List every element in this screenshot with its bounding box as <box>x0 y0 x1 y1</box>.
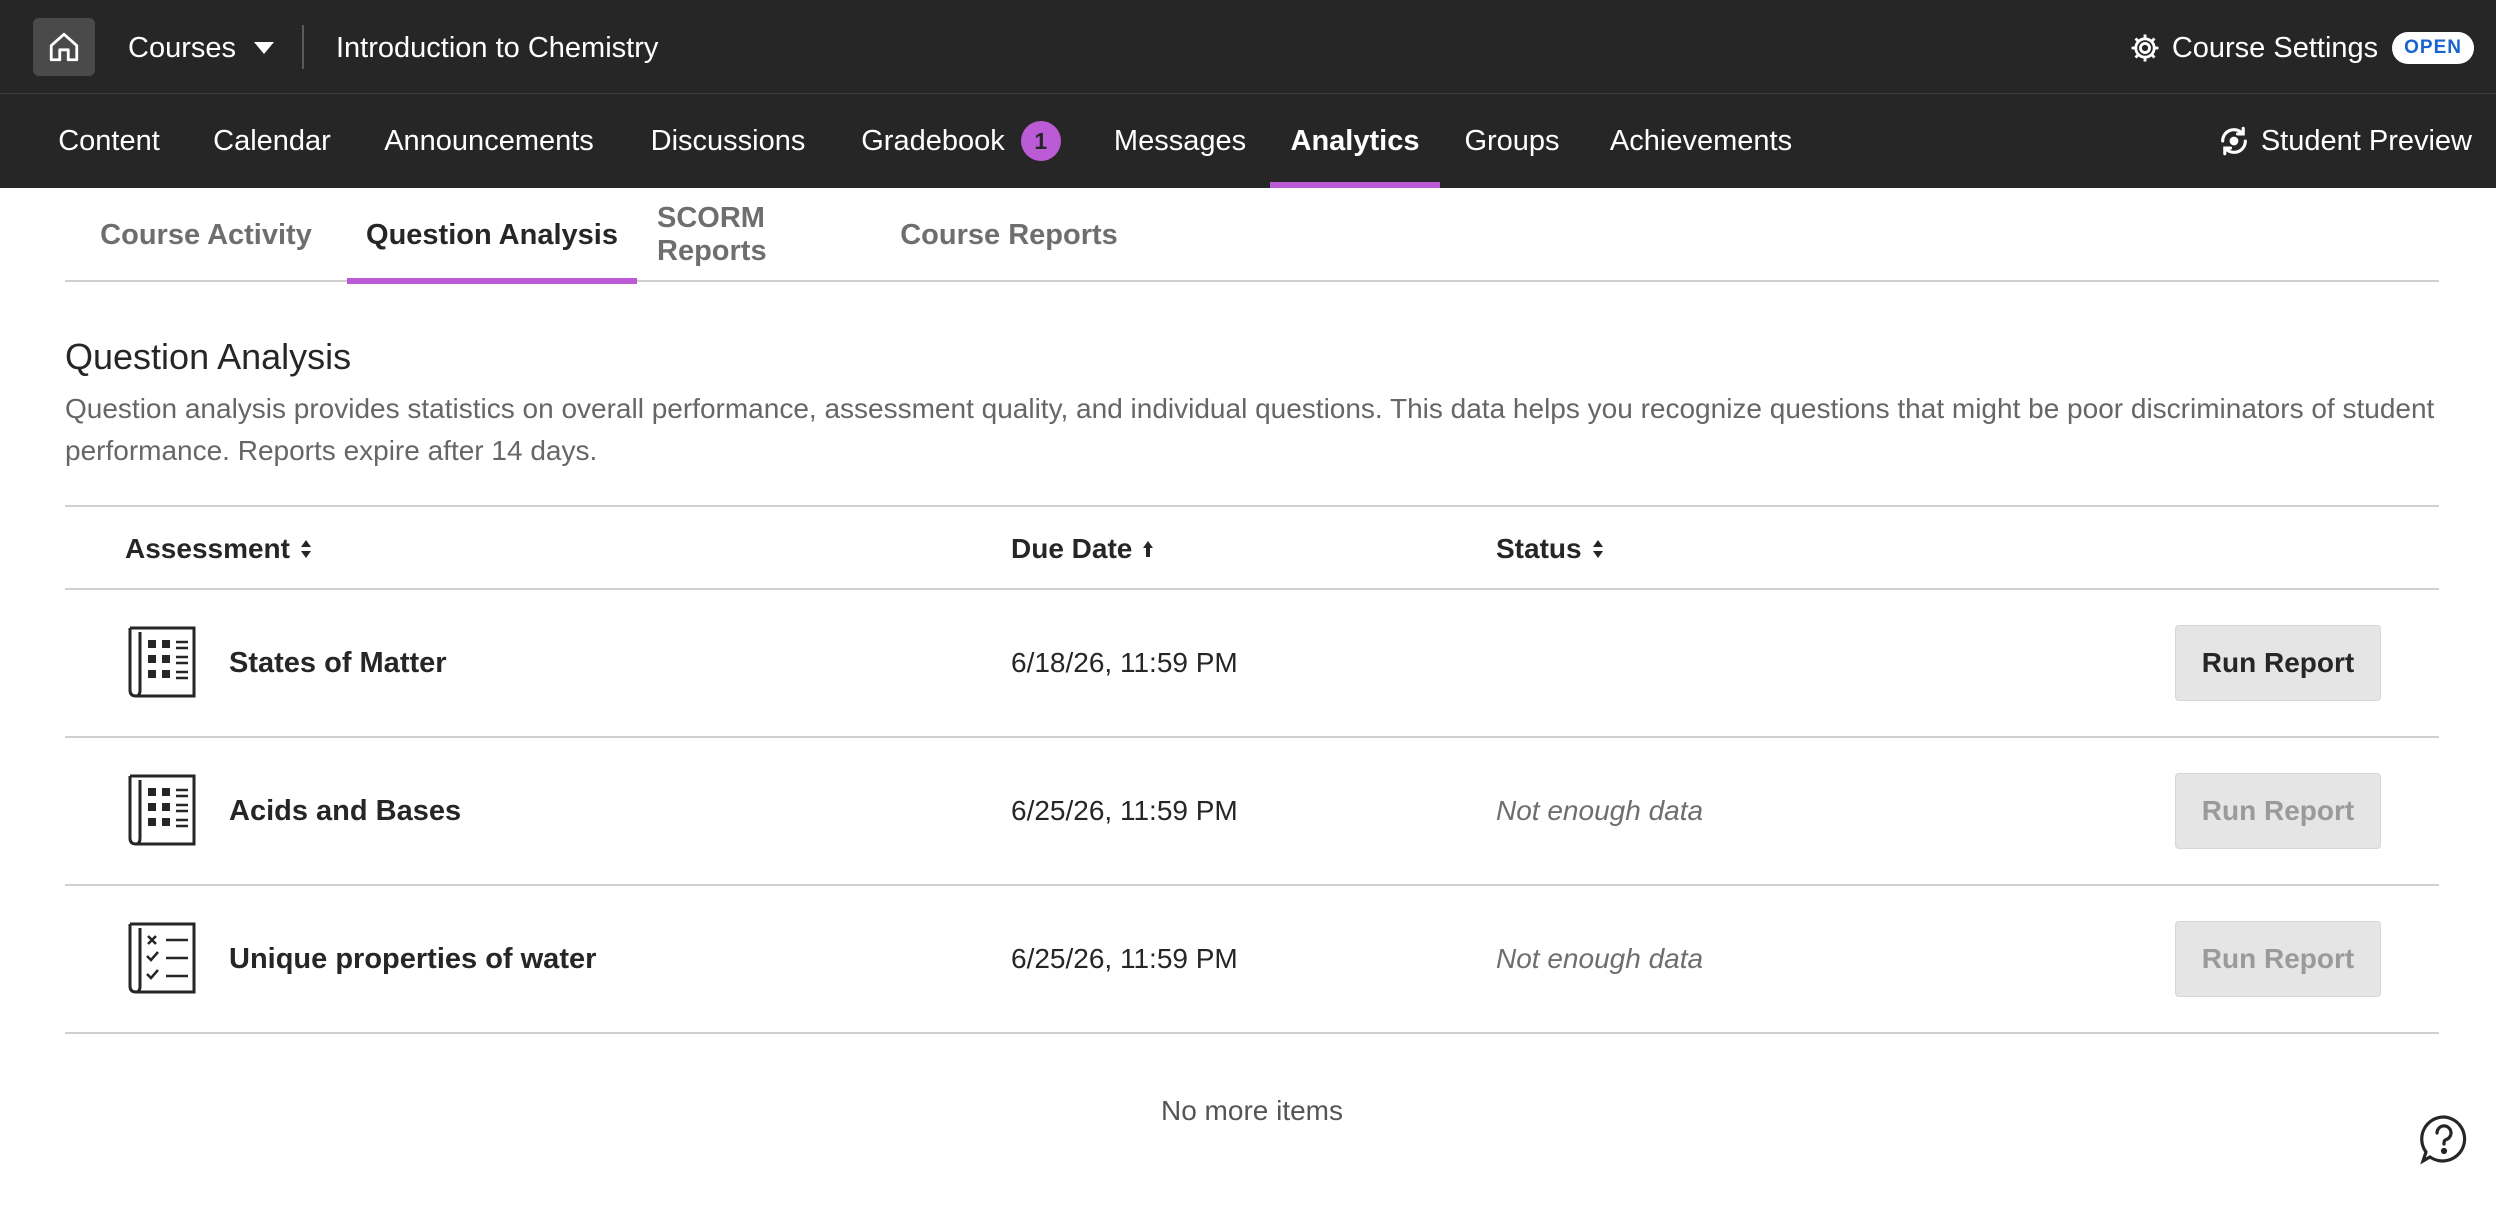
checklist-icon <box>123 916 203 1000</box>
column-due-date-label: Due Date <box>1011 532 1133 564</box>
notification-badge: 1 <box>1020 121 1061 161</box>
course-settings-label: Course Settings <box>2171 31 2379 64</box>
tab-scorm-reports[interactable]: SCORM Reports <box>657 188 871 282</box>
page-title: Question Analysis <box>65 336 352 377</box>
assessment-table: Assessment Due Date Status States of Mat… <box>65 505 2439 1034</box>
page-description: Question analysis provides statistics on… <box>65 393 2435 466</box>
nav-discussions[interactable]: Discussions <box>638 94 818 188</box>
table-row: Unique properties of water 6/25/26, 11:5… <box>65 886 2439 1034</box>
status-badge: OPEN <box>2392 32 2474 64</box>
nav-groups[interactable]: Groups <box>1450 94 1574 188</box>
courses-dropdown[interactable]: Courses <box>128 28 274 68</box>
divider <box>302 25 304 69</box>
arrow-up-icon <box>1140 537 1156 561</box>
assessment-name[interactable]: Acids and Bases <box>229 738 461 884</box>
nav-analytics[interactable]: Analytics <box>1270 94 1440 188</box>
gear-icon <box>2128 31 2162 65</box>
due-date: 6/25/26, 11:59 PM <box>1011 795 1238 826</box>
course-nav: Content Calendar Announcements Discussio… <box>0 94 2496 188</box>
table-header: Assessment Due Date Status <box>65 505 2439 590</box>
course-settings-button[interactable]: Course Settings OPEN <box>2128 27 2474 69</box>
due-date: 6/18/26, 11:59 PM <box>1011 647 1238 678</box>
sort-assessment-header[interactable]: Assessment <box>125 507 314 590</box>
run-report-button[interactable]: Run Report <box>2175 773 2381 849</box>
status-text: Not enough data <box>1496 795 1704 826</box>
tab-course-activity[interactable]: Course Activity <box>89 188 323 282</box>
analytics-tabs: Course Activity Question Analysis SCORM … <box>65 188 2439 284</box>
test-icon <box>123 768 203 852</box>
status-text: Not enough data <box>1496 943 1704 974</box>
student-preview-button[interactable]: Student Preview <box>2217 94 2472 188</box>
sort-due-date-header[interactable]: Due Date <box>1011 507 1156 590</box>
run-report-button[interactable]: Run Report <box>2175 921 2381 997</box>
table-row: States of Matter 6/18/26, 11:59 PM Run R… <box>65 590 2439 738</box>
assessment-name[interactable]: States of Matter <box>229 590 447 736</box>
nav-gradebook[interactable]: Gradebook 1 <box>846 94 1076 188</box>
assessment-name[interactable]: Unique properties of water <box>229 886 596 1032</box>
caret-down-icon <box>254 42 274 54</box>
home-button[interactable] <box>33 18 95 76</box>
test-icon <box>123 620 203 704</box>
list-end-message: No more items <box>1160 1095 1344 1126</box>
column-assessment-label: Assessment <box>125 532 290 564</box>
sort-icon <box>1590 537 1606 561</box>
home-icon <box>47 30 81 64</box>
due-date: 6/25/26, 11:59 PM <box>1011 943 1238 974</box>
sort-status-header[interactable]: Status <box>1496 507 1606 590</box>
sort-icon <box>298 537 314 561</box>
column-status-label: Status <box>1496 532 1582 564</box>
nav-content[interactable]: Content <box>33 94 185 188</box>
nav-messages[interactable]: Messages <box>1100 94 1260 188</box>
top-bar: Courses Introduction to Chemistry Course… <box>0 0 2496 94</box>
student-preview-label: Student Preview <box>2260 124 2472 157</box>
nav-achievements[interactable]: Achievements <box>1594 94 1808 188</box>
course-title: Introduction to Chemistry <box>336 32 659 64</box>
run-report-button[interactable]: Run Report <box>2175 625 2381 701</box>
table-row: Acids and Bases 6/25/26, 11:59 PM Not en… <box>65 738 2439 886</box>
help-icon[interactable] <box>2418 1113 2470 1165</box>
nav-gradebook-label: Gradebook <box>861 124 1005 157</box>
nav-calendar[interactable]: Calendar <box>197 94 347 188</box>
courses-label: Courses <box>128 31 236 64</box>
nav-announcements[interactable]: Announcements <box>366 94 612 188</box>
tab-question-analysis[interactable]: Question Analysis <box>347 188 637 284</box>
tab-course-reports[interactable]: Course Reports <box>899 188 1119 282</box>
refresh-icon <box>2217 124 2251 158</box>
